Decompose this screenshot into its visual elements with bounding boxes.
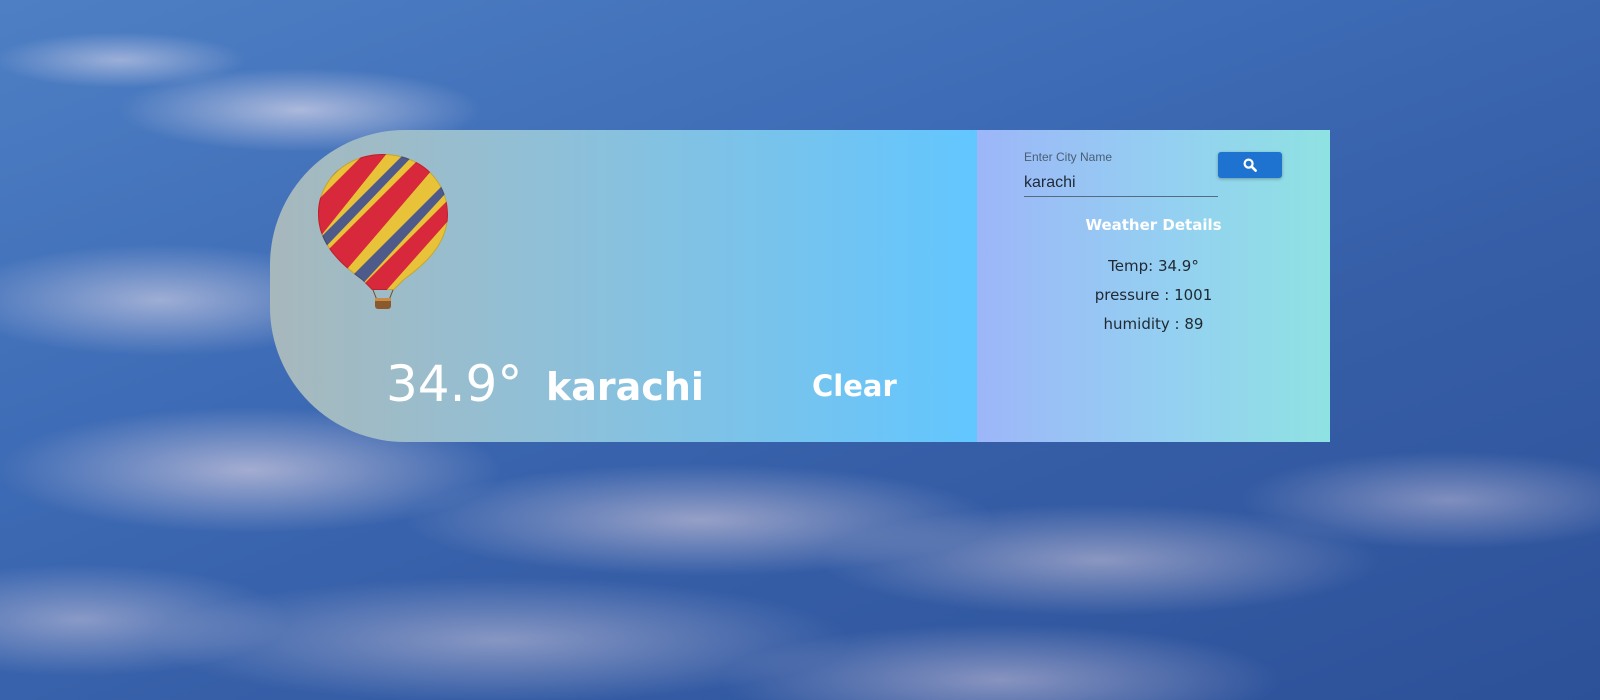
- search-button[interactable]: [1218, 152, 1282, 178]
- weather-details-title: Weather Details: [1085, 216, 1222, 234]
- detail-humidity: humidity : 89: [1103, 315, 1204, 333]
- weather-hero-panel: 34.9° karachi Clear: [270, 130, 977, 442]
- current-temperature: 34.9°: [386, 355, 523, 413]
- weather-condition: Clear: [812, 369, 897, 403]
- city-search-input[interactable]: [1024, 170, 1218, 197]
- city-name: karachi: [546, 365, 704, 409]
- detail-temp: Temp: 34.9°: [1108, 257, 1199, 275]
- weather-details-panel: Enter City Name Weather Details Temp: 34…: [977, 130, 1330, 442]
- hero-summary: 34.9° karachi Clear: [270, 352, 977, 422]
- detail-pressure: pressure : 1001: [1094, 286, 1213, 304]
- weather-card: 34.9° karachi Clear Enter City Name Weat…: [270, 130, 1330, 442]
- search-icon: [1243, 158, 1257, 172]
- hot-air-balloon-image: [318, 154, 448, 309]
- city-search-label: Enter City Name: [1024, 150, 1113, 164]
